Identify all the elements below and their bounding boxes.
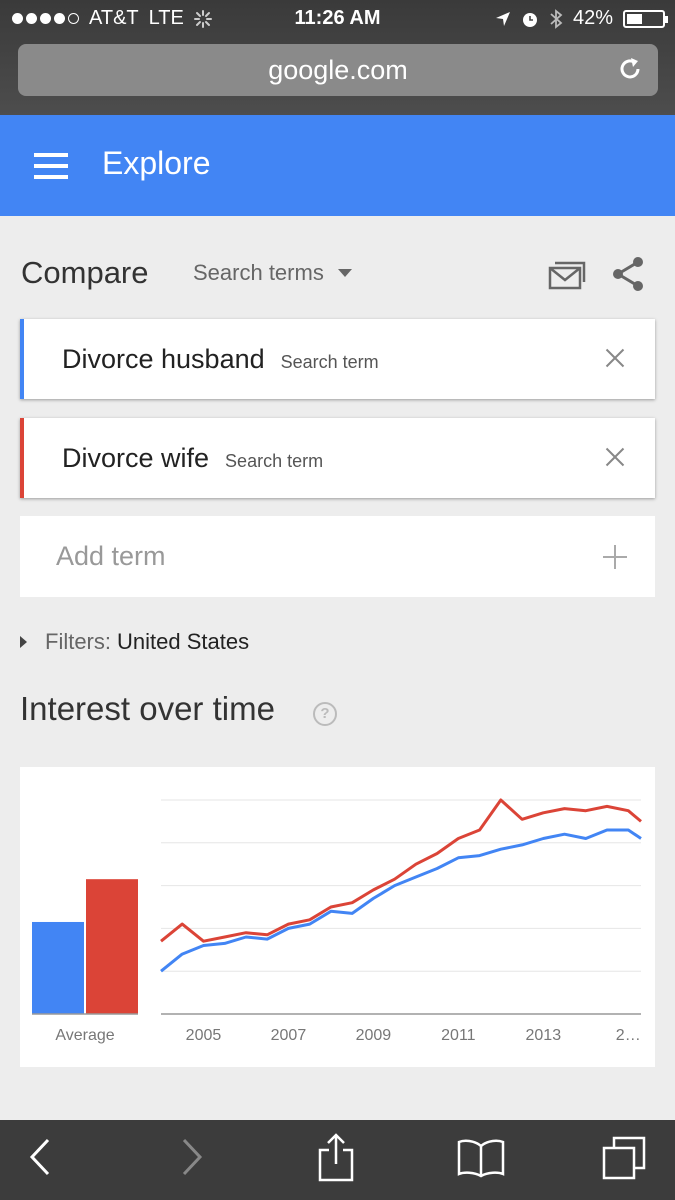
status-right: 42% [495, 7, 668, 30]
term-card-divorce-wife[interactable]: Divorce wife Search term [20, 418, 655, 498]
app-header: Explore [0, 115, 675, 216]
term-name: Divorce husband Search term [62, 344, 379, 375]
share-icon[interactable] [610, 256, 646, 292]
x-tick-label: 2… [616, 1027, 641, 1044]
battery-icon [623, 9, 668, 28]
interest-over-time-heading: Interest over time [20, 690, 275, 727]
back-icon[interactable] [28, 1134, 52, 1180]
caret-right-icon [20, 636, 27, 648]
battery-percent: 42% [572, 7, 613, 29]
interest-chart: Average 2005 2007 2009 2011 2013 2… [20, 767, 655, 1067]
page-title: Explore [102, 145, 211, 181]
average-label: Average [55, 1027, 114, 1044]
x-tick-label: 2005 [186, 1027, 222, 1044]
address-bar[interactable]: google.com [18, 44, 658, 96]
x-tick-label: 2013 [526, 1027, 562, 1044]
term-type: Search term [225, 451, 324, 471]
browser-toolbar [0, 1120, 675, 1200]
help-icon[interactable]: ? [313, 702, 337, 726]
chevron-down-icon [337, 269, 352, 277]
average-bar [32, 921, 84, 1014]
close-icon[interactable] [605, 447, 625, 467]
bookmarks-icon[interactable] [456, 1138, 506, 1178]
term-label: Divorce wife [62, 443, 210, 473]
add-term-field[interactable]: Add term [20, 516, 655, 597]
browser-chrome: AT&T LTE 11:26 AM 42% google.com [0, 0, 675, 115]
forward-icon[interactable] [180, 1134, 204, 1180]
term-color-bar [20, 319, 24, 399]
embed-icon[interactable] [546, 256, 586, 292]
term-label: Divorce husband [62, 344, 265, 374]
bluetooth-icon [550, 8, 563, 29]
status-bar: AT&T LTE 11:26 AM 42% [0, 0, 675, 38]
x-tick-label: 2011 [441, 1027, 476, 1044]
alarm-clock-icon [522, 12, 537, 27]
term-type: Search term [280, 352, 379, 372]
term-color-bar [20, 418, 24, 498]
dropdown-label: Search terms [193, 260, 324, 285]
tabs-icon[interactable] [600, 1134, 648, 1182]
series-line [160, 798, 642, 943]
location-arrow-icon [495, 11, 510, 26]
search-terms-dropdown[interactable]: Search terms [193, 260, 352, 286]
close-icon[interactable] [605, 348, 625, 368]
filters-value: United States [117, 629, 250, 654]
plus-icon[interactable] [603, 545, 627, 569]
series-line [160, 828, 642, 973]
x-tick-label: 2007 [271, 1027, 307, 1044]
filters-toggle[interactable]: Filters: United States [20, 629, 249, 655]
term-card-divorce-husband[interactable]: Divorce husband Search term [20, 319, 655, 399]
reload-icon[interactable] [616, 55, 644, 83]
share-sheet-icon[interactable] [316, 1132, 356, 1184]
url-text: google.com [268, 55, 408, 85]
x-tick-label: 2009 [356, 1027, 392, 1044]
compare-heading: Compare [21, 255, 149, 290]
average-bar [86, 879, 138, 1014]
add-term-placeholder: Add term [56, 541, 166, 571]
filters-label: Filters: [45, 629, 111, 654]
menu-icon[interactable] [34, 153, 68, 179]
interest-chart-svg: Average 2005 2007 2009 2011 2013 2… [32, 798, 642, 1044]
term-name: Divorce wife Search term [62, 443, 323, 474]
